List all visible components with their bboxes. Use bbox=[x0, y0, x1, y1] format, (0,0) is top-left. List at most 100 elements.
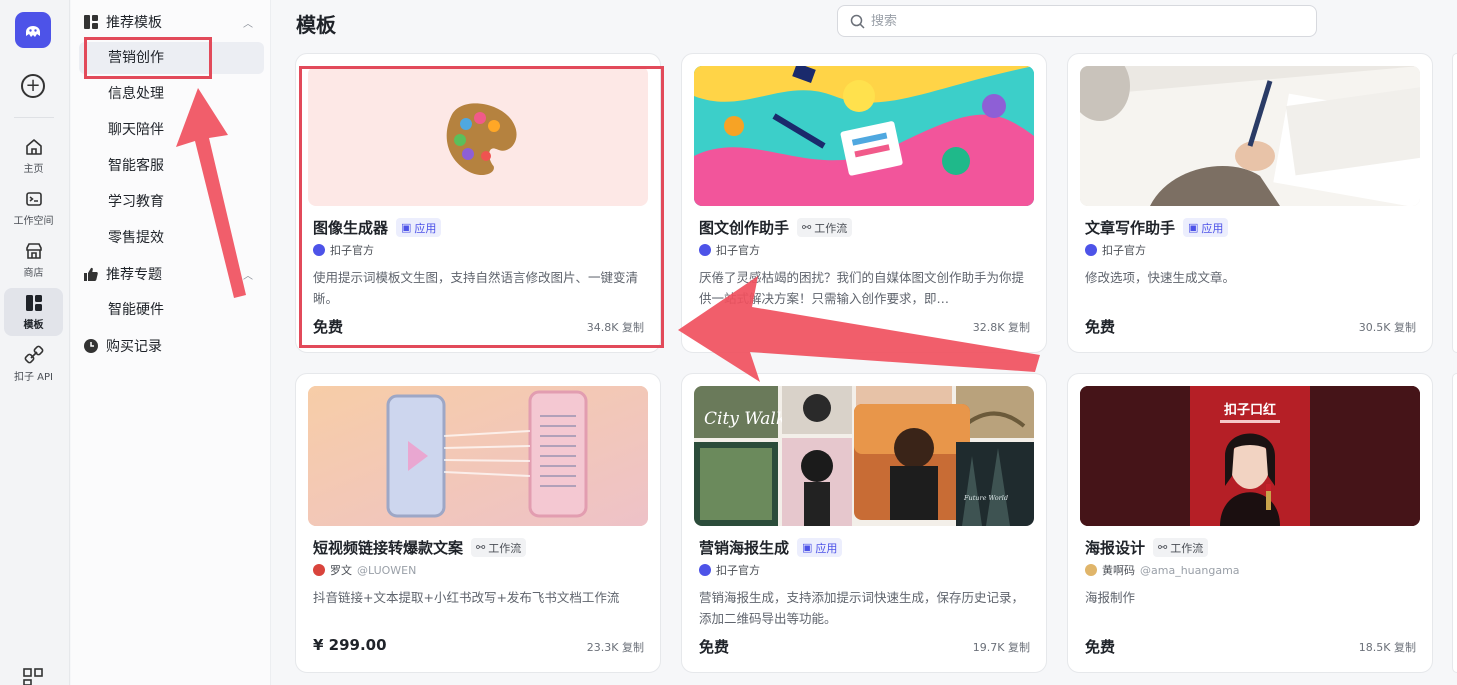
card-title: 短视频链接转爆款文案 bbox=[313, 539, 464, 557]
sidebar-item-info[interactable]: 信息处理 bbox=[108, 82, 164, 106]
card-thumbnail: 扣子口红 bbox=[1080, 386, 1420, 526]
rail-label: 主页 bbox=[23, 164, 44, 175]
sidebar-item-education[interactable]: 学习教育 bbox=[108, 190, 164, 214]
card-title: 图文创作助手 bbox=[699, 219, 790, 237]
tag-label: 应用 bbox=[1201, 221, 1224, 235]
card-description: 抖音链接+文本提取+小红书改写+发布飞书文档工作流 bbox=[313, 590, 620, 605]
card-price: 免费 bbox=[1085, 638, 1116, 656]
author-name: 扣子官方 bbox=[1102, 244, 1146, 257]
chevron-up-icon[interactable]: ︿ bbox=[243, 15, 253, 30]
card-tag: ⚯ 工作流 bbox=[797, 218, 853, 237]
tag-label: 工作流 bbox=[1170, 541, 1204, 555]
card-title-row: 图文创作助手 ⚯ 工作流 bbox=[699, 217, 853, 238]
card-copy-count: 23.3K 复制 bbox=[586, 641, 644, 654]
sidebar-item-chat[interactable]: 聊天陪伴 bbox=[108, 118, 164, 142]
template-card-partial[interactable] bbox=[1452, 373, 1457, 673]
author-name: 扣子官方 bbox=[716, 244, 760, 257]
template-card-partial[interactable] bbox=[1452, 53, 1457, 353]
card-description: 修改选项，快速生成文章。 bbox=[1085, 270, 1236, 285]
tag-label: 工作流 bbox=[814, 221, 848, 235]
create-button[interactable]: + bbox=[21, 74, 45, 98]
author-name: 黄啊码 bbox=[1102, 564, 1135, 577]
rail-label: 工作空间 bbox=[13, 216, 54, 227]
phones-illustration bbox=[308, 386, 648, 526]
section-label: 购买记录 bbox=[106, 339, 162, 355]
author-handle: @LUOWEN bbox=[357, 563, 417, 577]
section-label: 推荐模板 bbox=[106, 15, 162, 31]
future-world-text: Future World bbox=[963, 494, 1008, 502]
card-title-row: 海报设计 ⚯ 工作流 bbox=[1085, 537, 1209, 558]
rail-item-templates[interactable]: 模板 bbox=[4, 288, 63, 336]
sidebar-item-retail[interactable]: 零售提效 bbox=[108, 226, 164, 250]
card-copy-count: 32.8K 复制 bbox=[972, 321, 1030, 334]
card-tag: ⚯ 工作流 bbox=[471, 538, 527, 557]
card-thumbnail bbox=[1080, 66, 1420, 206]
section-purchase-history[interactable]: 购买记录 bbox=[84, 334, 162, 358]
creative-illustration bbox=[694, 66, 1034, 206]
card-thumbnail bbox=[308, 386, 648, 526]
rail-item-workspace[interactable]: 工作空间 bbox=[4, 184, 63, 232]
card-copy-count: 18.5K 复制 bbox=[1358, 641, 1416, 654]
sidebar-item-hardware[interactable]: 智能硬件 bbox=[108, 298, 164, 322]
author-handle: @ama_huangama bbox=[1140, 563, 1240, 577]
grid-icon bbox=[84, 15, 98, 29]
chevron-up-icon[interactable]: ︿ bbox=[243, 267, 253, 282]
annotation-box-card bbox=[299, 66, 664, 348]
annotation-box-sidebar bbox=[84, 37, 212, 79]
rail-label: 扣子 API bbox=[14, 372, 53, 383]
card-price: 免费 bbox=[699, 638, 730, 656]
home-icon bbox=[25, 139, 42, 155]
author-name: 罗文 bbox=[330, 564, 352, 577]
card-price: ¥ 299.00 bbox=[313, 636, 387, 654]
tag-label: 工作流 bbox=[488, 541, 522, 555]
card-author: 罗文 @LUOWEN bbox=[313, 562, 416, 578]
card-copy-count: 30.5K 复制 bbox=[1358, 321, 1416, 334]
card-tag: ⚯ 工作流 bbox=[1153, 538, 1209, 557]
tag-label: 应用 bbox=[815, 541, 838, 555]
coze-logo[interactable] bbox=[15, 12, 51, 48]
template-card[interactable]: 短视频链接转爆款文案 ⚯ 工作流 罗文 @LUOWEN 抖音链接+文本提取+小红书改… bbox=[295, 373, 661, 673]
workspace-icon bbox=[25, 192, 42, 206]
card-thumbnail bbox=[694, 66, 1034, 206]
category-sidebar: 推荐模板 ︿ 营销创作 信息处理 聊天陪伴 智能客服 学习教育 零售提效 推荐专… bbox=[71, 0, 271, 685]
card-copy-count: 19.7K 复制 bbox=[972, 641, 1030, 654]
card-author: 扣子官方 bbox=[699, 242, 760, 258]
poster-collage: City Walk Future World bbox=[694, 386, 1034, 526]
section-recommended-topics[interactable]: 推荐专题 ︿ bbox=[84, 262, 253, 286]
author-name: 扣子官方 bbox=[716, 564, 760, 577]
rail-item-api[interactable]: 扣子 API bbox=[4, 340, 63, 388]
rail-label: 模板 bbox=[23, 320, 44, 331]
avatar bbox=[699, 564, 711, 576]
template-icon bbox=[25, 295, 42, 311]
search-box[interactable] bbox=[837, 5, 1317, 37]
template-card[interactable]: 扣子口红 海报设计 ⚯ 工作流 黄啊码 @ama_huangama 海报制作 免费 … bbox=[1067, 373, 1433, 673]
app-icon: ▣ bbox=[802, 541, 813, 554]
rail-item-home[interactable]: 主页 bbox=[4, 132, 63, 180]
template-card[interactable]: 图文创作助手 ⚯ 工作流 扣子官方 厌倦了灵感枯竭的困扰？我们的自媒体图文创作助手… bbox=[681, 53, 1047, 353]
rail-label: 商店 bbox=[23, 268, 44, 279]
section-recommended-templates[interactable]: 推荐模板 ︿ bbox=[84, 10, 253, 34]
left-rail: + 主页 工作空间 商店 模板 扣子 API bbox=[0, 0, 70, 685]
card-author: 黄啊码 @ama_huangama bbox=[1085, 562, 1240, 578]
card-author: 扣子官方 bbox=[699, 562, 760, 578]
sidebar-item-service[interactable]: 智能客服 bbox=[108, 154, 164, 178]
card-description: 厌倦了灵感枯竭的困扰？我们的自媒体图文创作助手为你提供一站式解决方案！只需输入创… bbox=[699, 270, 1025, 306]
store-icon bbox=[25, 243, 42, 259]
clock-icon bbox=[84, 339, 98, 353]
search-input[interactable] bbox=[871, 13, 1291, 29]
template-card[interactable]: City Walk Future World 营销海报生成 ▣ 应用 扣子官方 营… bbox=[681, 373, 1047, 673]
template-card[interactable]: 文章写作助手 ▣ 应用 扣子官方 修改选项，快速生成文章。 免费 30.5K 复制 bbox=[1067, 53, 1433, 353]
lipstick-poster: 扣子口红 bbox=[1080, 386, 1420, 526]
qr-code-icon[interactable] bbox=[23, 668, 43, 685]
card-title-row: 短视频链接转爆款文案 ⚯ 工作流 bbox=[313, 537, 527, 558]
avatar bbox=[1085, 564, 1097, 576]
page-title: 模板 bbox=[296, 13, 336, 37]
avatar bbox=[1085, 244, 1097, 256]
search-icon bbox=[850, 14, 865, 29]
card-price: 免费 bbox=[1085, 318, 1116, 336]
rail-item-store[interactable]: 商店 bbox=[4, 236, 63, 284]
city-walk-text: City Walk bbox=[704, 409, 786, 429]
card-author: 扣子官方 bbox=[1085, 242, 1146, 258]
writing-photo bbox=[1080, 66, 1420, 206]
card-thumbnail: City Walk Future World bbox=[694, 386, 1034, 526]
